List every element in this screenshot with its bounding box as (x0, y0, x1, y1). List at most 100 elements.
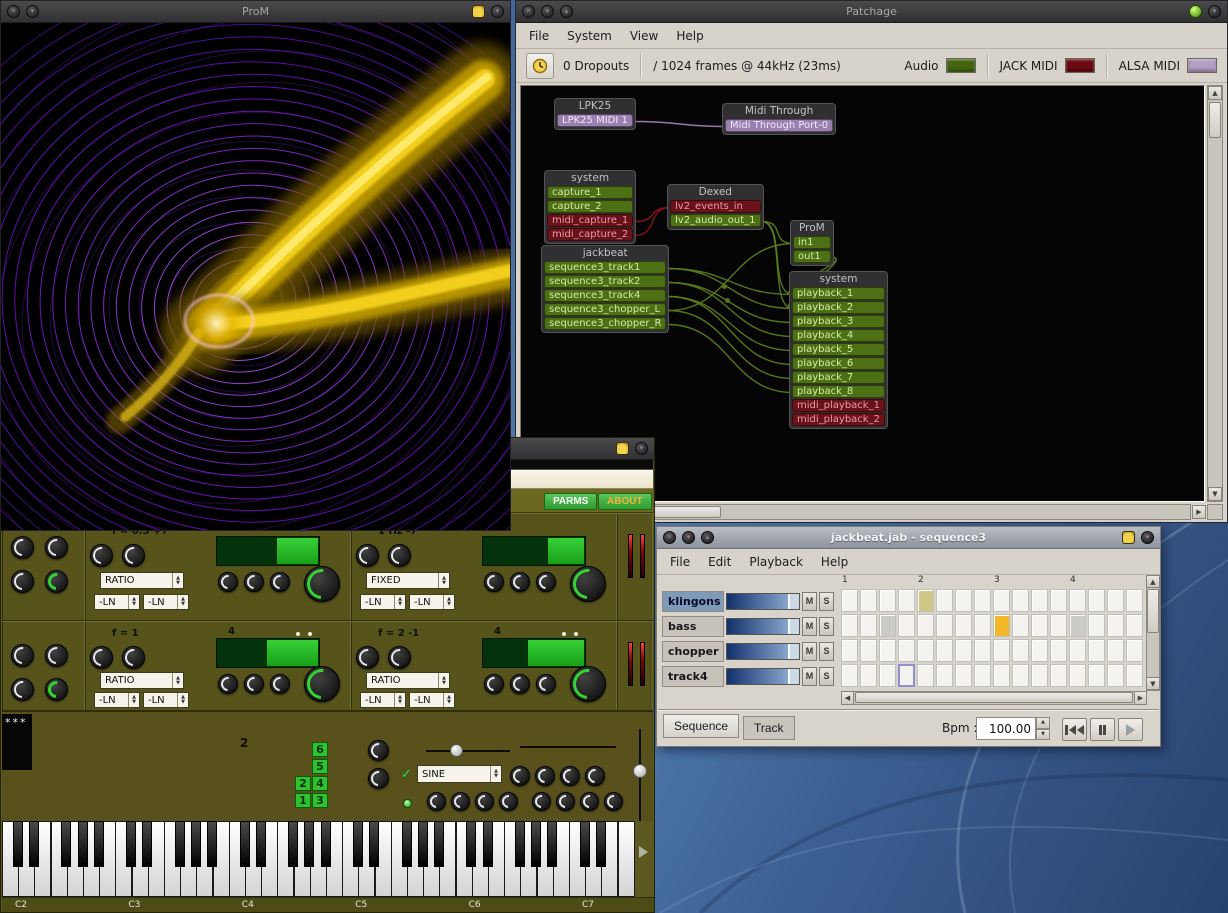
port-sequence3-track2[interactable]: sequence3_track2 (544, 275, 666, 288)
step-cell[interactable] (1107, 589, 1124, 612)
port-playback-7[interactable]: playback_7 (792, 371, 885, 384)
mod-slider-track[interactable] (520, 746, 616, 748)
knob[interactable] (535, 766, 555, 786)
piano-key-black[interactable] (61, 821, 71, 867)
port-midi-capture-1[interactable]: midi_capture_1 (547, 214, 633, 227)
knob[interactable] (388, 646, 411, 669)
spinner-arrows-icon[interactable]: ▲▼ (172, 573, 183, 588)
track-row-klingons[interactable]: klingonsMS (661, 589, 839, 614)
solo-button[interactable]: S (819, 667, 834, 686)
audio-color-swatch[interactable] (946, 58, 976, 73)
step-cell[interactable] (993, 589, 1010, 612)
piano-key-black[interactable] (240, 821, 250, 867)
step-cell[interactable] (1107, 614, 1124, 637)
port-capture-1[interactable]: capture_1 (547, 186, 633, 199)
port-lpk25-midi-1[interactable]: LPK25 MIDI 1 (557, 114, 633, 127)
node-jackbeat-node[interactable]: jackbeatsequence3_track1sequence3_track2… (541, 245, 669, 333)
knob[interactable] (484, 674, 504, 694)
piano-key-black[interactable] (369, 821, 379, 867)
port-midi-playback-2[interactable]: midi_playback_2 (792, 413, 885, 426)
step-cell[interactable] (1012, 589, 1029, 612)
spinner-arrows-icon[interactable]: ▲▼ (443, 595, 454, 609)
out1-select[interactable]: -LN▲▼ (94, 692, 140, 708)
step-cell[interactable] (1031, 664, 1048, 687)
knob[interactable] (90, 646, 113, 669)
jackbeat-titlebar[interactable]: ✕ ▾ ▴ jackbeat.jab - sequence3 ▾ (657, 527, 1160, 549)
window-menu-icon[interactable]: ▾ (635, 442, 648, 455)
close-icon[interactable]: ✕ (7, 5, 20, 18)
knob[interactable] (356, 646, 379, 669)
knob[interactable] (304, 566, 340, 602)
spinner-arrows-icon[interactable]: ▲▼ (172, 673, 183, 688)
patchage-menu-help[interactable]: Help (667, 25, 712, 47)
step-cell[interactable] (841, 664, 858, 687)
vscroll-thumb[interactable] (1147, 589, 1159, 633)
knob[interactable] (356, 544, 379, 567)
piano-key-black[interactable] (191, 821, 201, 867)
port-playback-3[interactable]: playback_3 (792, 315, 885, 328)
step-cell[interactable] (917, 614, 934, 637)
knob[interactable] (11, 570, 34, 593)
piano-key-black[interactable] (94, 821, 104, 867)
piano-key-black[interactable] (466, 821, 476, 867)
knob[interactable] (510, 766, 530, 786)
step-cell[interactable] (1088, 589, 1105, 612)
knob[interactable] (218, 572, 238, 592)
step-cell[interactable] (1050, 664, 1067, 687)
step-cell[interactable] (1107, 664, 1124, 687)
piano-key-black[interactable] (483, 821, 493, 867)
step-cell[interactable] (936, 664, 953, 687)
knob[interactable] (45, 678, 68, 701)
step-cell[interactable] (860, 664, 877, 687)
port-out1[interactable]: out1 (793, 250, 831, 263)
step-cell[interactable] (917, 639, 934, 662)
window-menu-icon[interactable]: ▾ (1141, 531, 1154, 544)
patchage-titlebar[interactable]: ✕ ▾ ▴ Patchage ▾ (516, 1, 1227, 23)
piano-key-black[interactable] (596, 821, 606, 867)
node-dexed[interactable]: Dexedlv2_events_inlv2_audio_out_1 (667, 184, 764, 230)
knob[interactable] (570, 566, 606, 602)
knob[interactable] (270, 572, 290, 592)
knob[interactable] (45, 536, 68, 559)
bpm-decrement-icon[interactable]: ▼ (1036, 729, 1050, 741)
step-cell[interactable] (879, 614, 896, 637)
step-cell[interactable] (955, 614, 972, 637)
knob[interactable] (585, 766, 605, 786)
step-cell[interactable] (1031, 639, 1048, 662)
hscroll-thumb[interactable] (855, 692, 1133, 703)
spinner-arrows-icon[interactable]: ▲▼ (443, 693, 454, 707)
step-cell[interactable] (1088, 664, 1105, 687)
knob[interactable] (11, 644, 34, 667)
pitch-slider-track[interactable] (426, 750, 510, 752)
operator-box-3[interactable]: 3 (312, 793, 328, 808)
step-cell[interactable] (1069, 589, 1086, 612)
step-cell[interactable] (1050, 589, 1067, 612)
knob[interactable] (580, 792, 599, 811)
port-playback-4[interactable]: playback_4 (792, 329, 885, 342)
port-sequence3-chopper-l[interactable]: sequence3_chopper_L (544, 303, 666, 316)
parms-button[interactable]: PARMS (544, 493, 597, 510)
port-playback-1[interactable]: playback_1 (792, 287, 885, 300)
mute-button[interactable]: M (802, 592, 817, 611)
mode-select[interactable]: RATIO▲▼ (100, 672, 184, 689)
knob[interactable] (368, 768, 389, 789)
piano-key-black[interactable] (531, 821, 541, 867)
spinner-arrows-icon[interactable]: ▲▼ (177, 693, 188, 707)
node-system-playback[interactable]: systemplayback_1playback_2playback_3play… (789, 271, 888, 429)
knob[interactable] (510, 674, 530, 694)
step-cell[interactable] (955, 664, 972, 687)
volume-slider[interactable] (726, 593, 800, 610)
step-cell[interactable] (1088, 639, 1105, 662)
step-cell[interactable] (1126, 589, 1143, 612)
knob[interactable] (244, 674, 264, 694)
step-cell[interactable] (917, 589, 934, 612)
step-cell[interactable] (955, 639, 972, 662)
vscroll-up-icon[interactable]: ▲ (1146, 575, 1160, 588)
pitch-slider-handle[interactable] (450, 744, 463, 757)
waveform-select[interactable]: SINE ▲▼ (417, 765, 502, 783)
step-cell[interactable] (993, 614, 1010, 637)
vscroll-thumb[interactable] (1209, 102, 1221, 138)
hscroll-right-icon[interactable]: ▶ (1134, 691, 1147, 705)
piano-key-black[interactable] (402, 821, 412, 867)
port-midi-capture-2[interactable]: midi_capture_2 (547, 228, 633, 241)
